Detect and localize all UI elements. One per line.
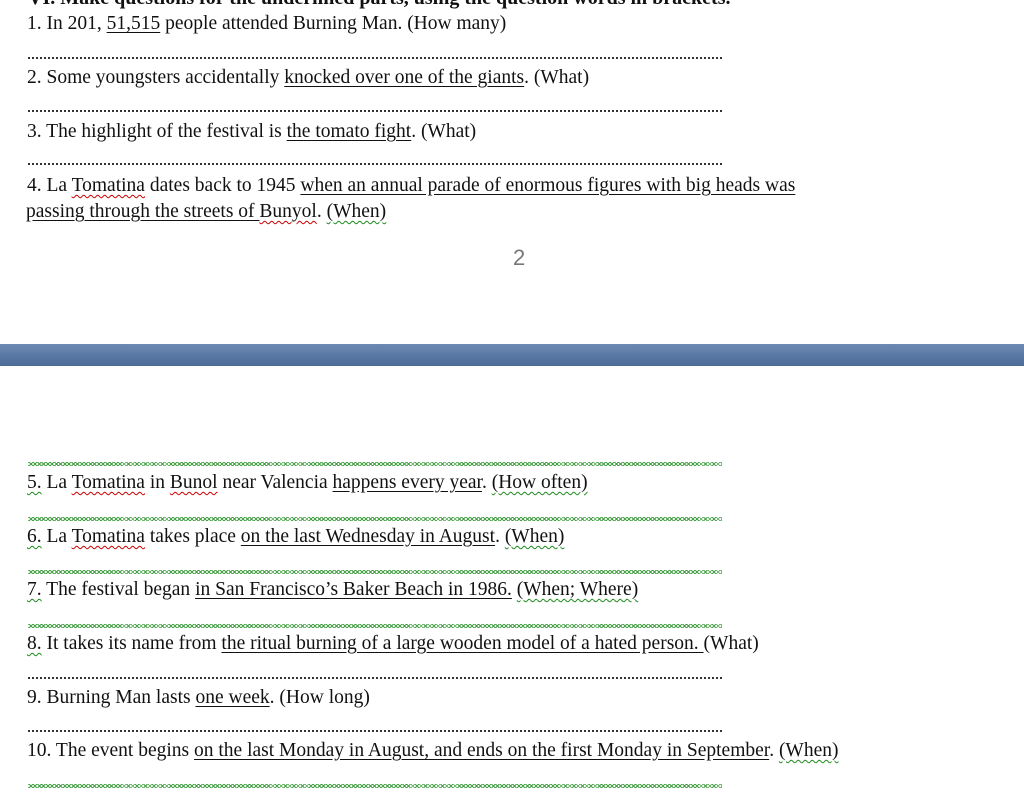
answer-line-1[interactable] [28,57,722,59]
answer-line-9[interactable] [28,730,722,732]
question-9: 9. Burning Man lasts one week. (How long… [27,687,370,708]
answer-line-4[interactable] [28,462,722,466]
question-1: 1. In 201, 51,515 people attended Burnin… [27,13,507,34]
question-3: 3. The highlight of the festival is the … [27,121,477,142]
document-page-1: VI. Make questions for the underlined pa… [0,0,1024,344]
section-heading: VI. Make questions for the underlined pa… [28,0,731,10]
question-5: 5. La Tomatina in Bunol near Valencia ha… [27,472,588,493]
document-page-2: 5. La Tomatina in Bunol near Valencia ha… [0,366,1024,810]
answer-line-6[interactable] [28,570,722,574]
page-break [0,344,1024,366]
answer-line-5[interactable] [28,517,722,521]
question-10: 10. The event begins on the last Monday … [27,740,839,761]
answer-line-10[interactable] [28,784,722,788]
answer-line-3[interactable] [28,163,722,165]
page-number: 2 [513,245,526,270]
answer-line-7[interactable] [28,624,722,628]
question-6: 6. La Tomatina takes place on the last W… [27,526,565,547]
question-4: 4. La Tomatina dates back to 1945 when a… [27,175,796,196]
question-4-line-2: passing through the streets of Bunyol. (… [26,201,387,222]
answer-line-8[interactable] [28,677,722,679]
answer-line-2[interactable] [28,110,722,112]
question-7: 7. The festival began in San Francisco’s… [27,579,639,600]
question-2: 2. Some youngsters accidentally knocked … [27,67,590,88]
question-8: 8. It takes its name from the ritual bur… [27,633,759,654]
